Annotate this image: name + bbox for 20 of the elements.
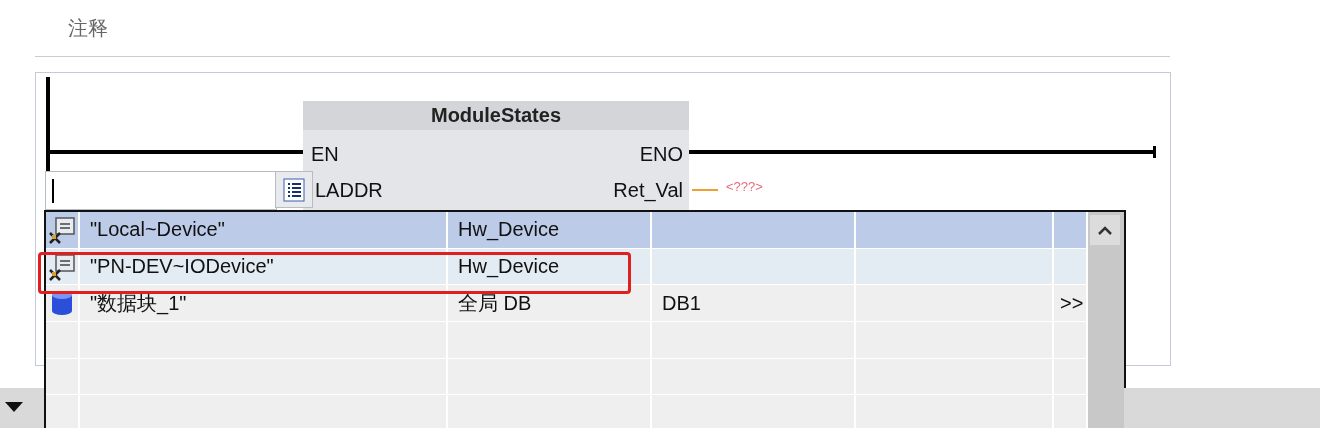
list-button[interactable] — [275, 171, 313, 208]
chevron-up-icon — [1098, 225, 1112, 235]
scroll-up-button[interactable] — [1090, 215, 1120, 245]
device-icon — [48, 214, 76, 245]
suggestion-row[interactable]: "Local~Device" Hw_Device — [46, 212, 1088, 249]
suggestion-row[interactable]: "数据块_1" 全局 DB DB1 >> — [46, 285, 1088, 322]
dropdown-arrow-icon — [5, 402, 23, 412]
scrollbar[interactable] — [1088, 212, 1124, 428]
operand-input-field[interactable] — [45, 171, 277, 210]
ret-val-wire — [692, 189, 718, 191]
name-cell: "Local~Device" — [80, 212, 448, 248]
pin-label: Ret_Val — [613, 179, 683, 202]
type-cell: Hw_Device — [448, 212, 652, 248]
list-icon — [283, 177, 305, 202]
pin-label: EN — [311, 143, 339, 166]
comment-label: 注释 — [68, 15, 108, 41]
pin-label: LADDR — [315, 179, 383, 202]
rail-end — [1153, 146, 1156, 158]
pin-label: ENO — [639, 143, 683, 166]
block-title: ModuleStates — [303, 101, 689, 130]
